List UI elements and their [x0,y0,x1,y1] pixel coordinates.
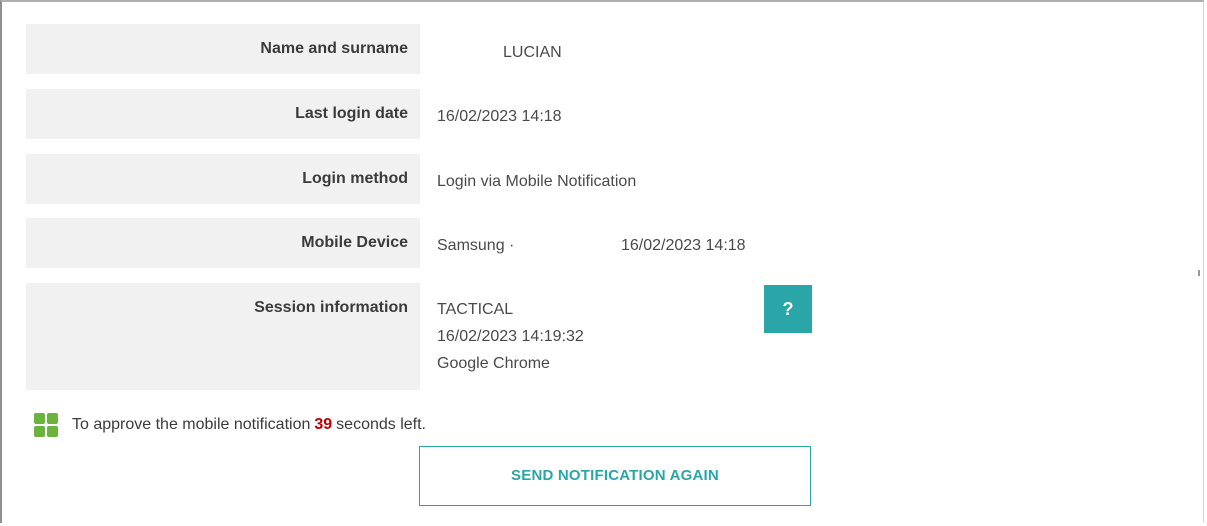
session-line-1: TACTICAL [437,301,514,318]
name-value: LUCIAN [503,44,562,61]
session-label: Session information [254,299,408,316]
name-label: Name and surname [260,40,408,57]
scrollbar-marker [1198,270,1200,276]
notice-text-before: To approve the mobile notification [72,416,311,433]
send-notification-again-button[interactable]: SEND NOTIFICATION AGAIN [419,446,811,506]
notice-text-after: seconds left. [336,416,426,433]
help-button[interactable]: ? [764,285,812,333]
mobile-device-label-cell: Mobile Device [26,218,420,268]
last-login-label-cell: Last login date [26,89,420,139]
last-login-value: 16/02/2023 14:18 [437,108,562,125]
login-method-value: Login via Mobile Notification [437,173,637,190]
countdown-seconds: 39 [314,416,333,433]
session-line-3: Google Chrome [437,355,550,372]
mobile-device-label: Mobile Device [301,234,408,251]
mobile-device-date: 16/02/2023 14:18 [621,237,746,254]
login-method-label: Login method [302,170,408,187]
login-details-panel: Name and surname LUCIAN Last login date … [0,0,1204,523]
approval-notice: To approve the mobile notification 39 se… [34,413,426,437]
session-line-2: 16/02/2023 14:19:32 [437,328,584,345]
name-label-cell: Name and surname [26,24,420,74]
login-method-label-cell: Login method [26,154,420,204]
session-label-cell: Session information [26,283,420,390]
mobile-device-brand: Samsung · [437,237,515,254]
app-grid-icon [34,413,58,437]
last-login-label: Last login date [295,105,408,122]
